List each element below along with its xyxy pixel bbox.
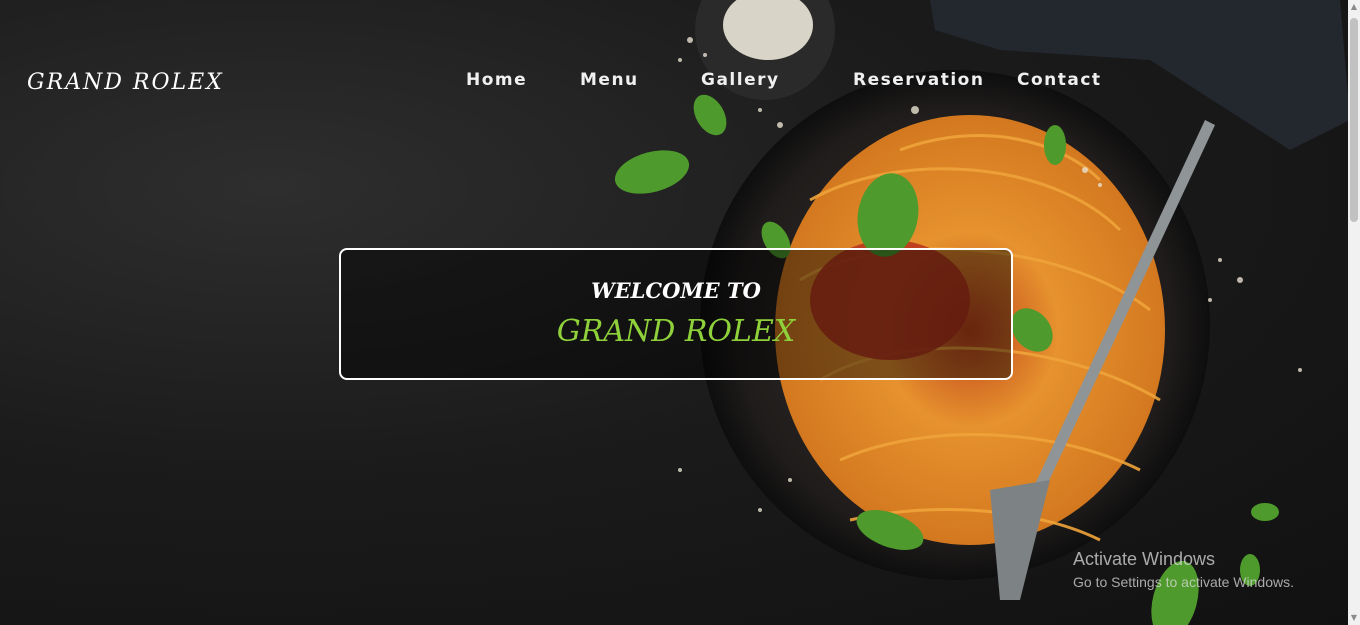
hero-welcome-text: WELCOME TO: [591, 278, 761, 303]
windows-activation-watermark: Activate Windows Go to Settings to activ…: [1073, 549, 1294, 590]
nav-menu[interactable]: Menu: [580, 70, 639, 90]
nav-contact[interactable]: Contact: [1017, 70, 1102, 90]
nav-reservation[interactable]: Reservation: [853, 70, 984, 90]
nav-home[interactable]: Home: [466, 70, 527, 90]
watermark-title: Activate Windows: [1073, 549, 1216, 569]
scroll-up-icon[interactable]: ▲: [1348, 0, 1360, 14]
scroll-down-icon[interactable]: ▼: [1348, 611, 1360, 625]
watermark-subtitle: Go to Settings to activate Windows.: [1073, 574, 1294, 590]
main-nav: Home Menu Gallery Reservation Contact: [0, 70, 1360, 96]
hero-title: GRAND ROLEX: [556, 314, 796, 349]
landing-page: GRAND ROLEX Home Menu Gallery Reservatio…: [0, 0, 1360, 625]
nav-gallery[interactable]: Gallery: [701, 70, 780, 90]
scrollbar-thumb[interactable]: [1350, 18, 1358, 222]
hero-welcome-box: WELCOME TO GRAND ROLEX: [339, 248, 1013, 380]
vertical-scrollbar[interactable]: ▲ ▼: [1348, 0, 1360, 625]
